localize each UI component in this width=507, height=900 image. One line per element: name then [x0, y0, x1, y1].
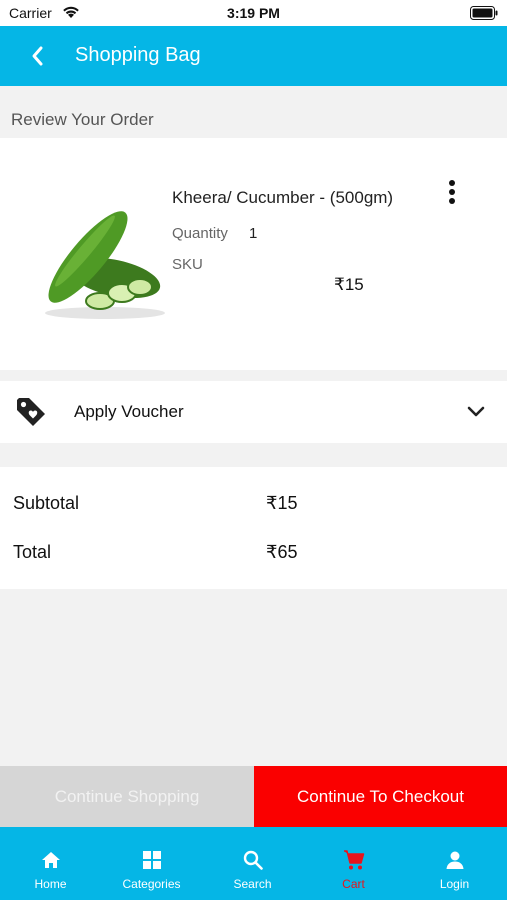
page-title: Shopping Bag — [75, 44, 201, 66]
subtotal-value: ₹15 — [266, 493, 298, 513]
tag-icon — [17, 398, 45, 426]
status-bar: Carrier 3:19 PM — [0, 0, 507, 26]
tab-home[interactable]: Home — [0, 827, 101, 900]
status-time: 3:19 PM — [227, 5, 280, 21]
review-heading: Review Your Order — [11, 110, 154, 129]
apply-voucher-row[interactable]: Apply Voucher — [0, 381, 507, 443]
continue-to-checkout-button[interactable]: Continue To Checkout — [254, 766, 507, 827]
product-price: ₹15 — [334, 275, 364, 294]
tab-label: Cart — [342, 877, 365, 891]
tab-categories[interactable]: Categories — [101, 827, 202, 900]
continue-shopping-button[interactable]: Continue Shopping — [0, 766, 254, 827]
grid-icon — [143, 851, 161, 869]
order-totals: Subtotal ₹15 Total ₹65 — [0, 467, 507, 589]
cart-icon — [344, 850, 365, 870]
product-card: Kheera/ Cucumber - (500gm) Quantity 1 SK… — [0, 138, 507, 370]
tab-label: Categories — [122, 877, 181, 891]
home-icon — [42, 852, 60, 868]
nav-bar: Shopping Bag — [0, 26, 507, 86]
tab-cart[interactable]: Cart — [303, 827, 404, 900]
quantity-label: Quantity — [172, 225, 228, 242]
tab-label: Login — [439, 877, 470, 891]
more-vertical-icon[interactable] — [440, 178, 464, 208]
tab-label: Home — [34, 877, 67, 891]
total-label: Total — [13, 542, 52, 562]
battery-icon — [470, 6, 498, 20]
quantity-value: 1 — [249, 225, 258, 242]
tab-search[interactable]: Search — [202, 827, 303, 900]
product-name: Kheera/ Cucumber - (500gm) — [172, 188, 394, 207]
cucumber-image — [45, 211, 165, 319]
sku-label: SKU — [172, 256, 203, 273]
user-icon — [446, 851, 464, 869]
apply-voucher-label: Apply Voucher — [74, 402, 184, 421]
total-value: ₹65 — [266, 542, 298, 562]
tab-bar: Home Categories Search Cart Login — [0, 827, 507, 900]
chevron-left-icon[interactable] — [28, 44, 46, 68]
chevron-down-icon[interactable] — [466, 405, 486, 419]
subtotal-label: Subtotal — [13, 493, 80, 513]
tab-login[interactable]: Login — [404, 827, 505, 900]
tab-label: Search — [233, 877, 272, 891]
search-icon — [243, 850, 263, 870]
